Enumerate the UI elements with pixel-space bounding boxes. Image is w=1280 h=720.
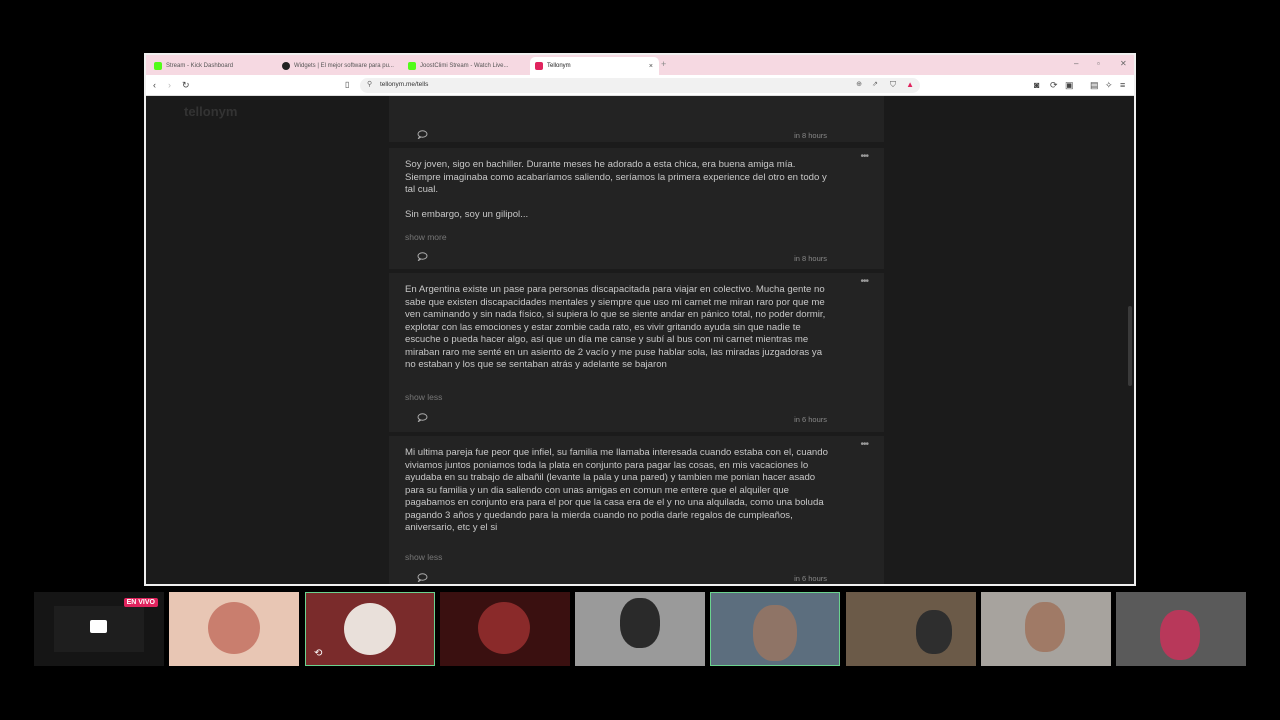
page-scrollbar[interactable]: [1128, 306, 1132, 386]
participant-video: [620, 598, 660, 648]
participant-avatar: [208, 602, 260, 654]
participant-camera-tile[interactable]: [575, 592, 705, 666]
stream-participant-strip: EN VIVO ⟲: [34, 592, 1248, 666]
participant-camera-tile[interactable]: [846, 592, 976, 666]
tab-kick-dashboard[interactable]: Stream - Kick Dashboard: [152, 57, 278, 75]
browser-toolbar: ‹ › ↻ ▯ ⚲ tellonym.me/tells ⊕ ⇗ ⛉ ▲ ◙ ⟳ …: [146, 75, 1134, 96]
alert-icon[interactable]: ▲: [906, 80, 914, 89]
tab-title: Tellonym: [547, 63, 571, 69]
tab-widgets[interactable]: Widgets | El mejor software para pu...: [280, 57, 402, 75]
more-options-icon[interactable]: •••: [860, 151, 868, 162]
tell-card: ••• En Argentina existe un pase para per…: [389, 273, 884, 432]
tab-title: Stream - Kick Dashboard: [166, 63, 234, 69]
participant-camera-tile-selected[interactable]: [710, 592, 840, 666]
address-bar[interactable]: ⚲ tellonym.me/tells ⊕ ⇗ ⛉ ▲: [360, 78, 920, 93]
tell-card: ••• Soy joven, sigo en bachiller. Durant…: [389, 148, 884, 269]
tellonym-page: tellonym in 8 hours ••• Soy joven, sigo …: [146, 96, 1134, 584]
close-tab-icon[interactable]: ×: [649, 63, 653, 70]
forward-icon[interactable]: ›: [168, 79, 171, 91]
more-options-icon[interactable]: •••: [860, 276, 868, 287]
tell-timestamp: in 6 hours: [794, 415, 827, 424]
menu-icon[interactable]: ≡: [1120, 79, 1125, 91]
shield-icon[interactable]: ⛉: [890, 80, 896, 90]
swap-icon[interactable]: ⟲: [314, 648, 322, 659]
participant-avatar: [344, 603, 396, 655]
participant-avatar: [478, 602, 530, 654]
back-icon[interactable]: ‹: [153, 79, 156, 91]
extension-icon[interactable]: ▣: [1065, 79, 1074, 91]
monitor-icon: [90, 620, 107, 633]
tell-card: in 8 hours: [389, 96, 884, 142]
participant-camera-tile[interactable]: [981, 592, 1111, 666]
participant-video: [1025, 602, 1065, 652]
site-logo[interactable]: tellonym: [184, 104, 237, 119]
tab-tellonym[interactable]: Tellonym ×: [530, 57, 659, 75]
participant-video: [1160, 610, 1200, 660]
zoom-icon[interactable]: ⊕: [856, 80, 862, 88]
comment-icon[interactable]: [417, 573, 428, 584]
tell-text: En Argentina existe un pase para persona…: [405, 284, 826, 370]
url-text: tellonym.me/tells: [380, 81, 429, 88]
tell-card: ••• Mi ultima pareja fue peor que infiel…: [389, 436, 884, 584]
new-tab-button[interactable]: +: [661, 59, 666, 69]
more-options-icon[interactable]: •••: [860, 439, 868, 450]
github-icon: [282, 62, 290, 70]
comment-icon[interactable]: [417, 413, 428, 424]
participant-camera-tile[interactable]: [1116, 592, 1246, 666]
comment-icon[interactable]: [417, 130, 428, 141]
sidebar-icon[interactable]: ▤: [1090, 79, 1099, 91]
participant-tile[interactable]: [169, 592, 299, 666]
tell-text: Mi ultima pareja fue peor que infiel, su…: [405, 447, 828, 533]
site-info-icon[interactable]: ⚲: [367, 80, 372, 88]
reload-icon[interactable]: ↻: [182, 79, 190, 91]
bookmark-icon[interactable]: ▯: [345, 79, 349, 91]
participant-tile-selected[interactable]: ⟲: [305, 592, 435, 666]
participant-video: [916, 610, 952, 654]
tab-joostclimi-stream[interactable]: JoostClimi Stream - Watch Live...: [406, 57, 526, 75]
show-less-link[interactable]: show less: [405, 552, 442, 562]
browser-window: Stream - Kick Dashboard Widgets | El mej…: [144, 53, 1136, 586]
close-window-icon[interactable]: ✕: [1120, 59, 1127, 68]
tell-timestamp: in 8 hours: [794, 131, 827, 140]
participant-video: [753, 605, 797, 661]
live-badge: EN VIVO: [123, 598, 158, 607]
tell-timestamp: in 8 hours: [794, 254, 827, 263]
tab-bar: Stream - Kick Dashboard Widgets | El mej…: [146, 55, 1134, 75]
participant-tile[interactable]: [440, 592, 570, 666]
extension-icon[interactable]: ⟳: [1050, 79, 1058, 91]
kick-icon: [154, 62, 162, 70]
minimize-icon[interactable]: –: [1074, 59, 1078, 68]
comment-icon[interactable]: [417, 252, 428, 263]
show-more-link[interactable]: show more: [405, 232, 447, 242]
maximize-icon[interactable]: ▫: [1097, 59, 1100, 68]
tell-text: Soy joven, sigo en bachiller. Durante me…: [405, 159, 827, 220]
tell-timestamp: in 6 hours: [794, 574, 827, 583]
tab-title: JoostClimi Stream - Watch Live...: [420, 63, 509, 69]
tab-title: Widgets | El mejor software para pu...: [294, 63, 394, 69]
kick-icon: [408, 62, 416, 70]
extension-icon[interactable]: ◙: [1034, 79, 1039, 91]
favorites-icon[interactable]: ✧: [1105, 79, 1113, 91]
tellonym-icon: [535, 62, 543, 70]
share-icon[interactable]: ⇗: [872, 80, 878, 88]
show-less-link[interactable]: show less: [405, 392, 442, 402]
screen-share-tile[interactable]: EN VIVO: [34, 592, 164, 666]
